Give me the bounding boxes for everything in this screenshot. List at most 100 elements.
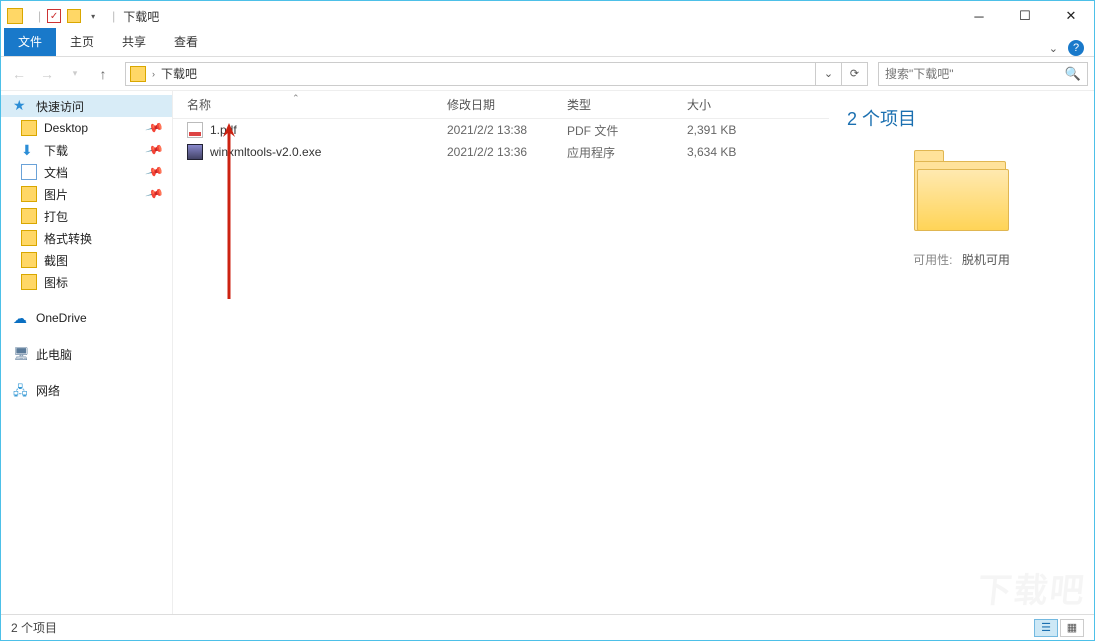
cloud-icon: ☁ [13,310,29,326]
file-type: PDF 文件 [567,122,687,139]
file-list: 名称 ⌃ 修改日期 类型 大小 1.pdf 2021/2/2 13:38 PDF… [173,91,829,614]
tab-file[interactable]: 文件 [4,28,56,56]
sidebar: ★ 快速访问 Desktop 📌 ⬇ 下载 📌 文档 📌 图片 📌 [1,91,173,614]
qat-newfolder-icon[interactable] [67,9,81,23]
sidebar-thispc[interactable]: 🖥 此电脑 [1,343,172,365]
status-text: 2 个项目 [11,619,57,636]
help-icon[interactable]: ? [1068,40,1084,56]
sidebar-item-screenshot[interactable]: 截图 [1,249,172,271]
sidebar-item-downloads[interactable]: ⬇ 下载 📌 [1,139,172,161]
ribbon: 文件 主页 共享 查看 ⌄ ? [1,31,1094,57]
address-bar[interactable]: › 下载吧 ⌄ ⟳ [125,62,868,86]
up-button[interactable]: ↑ [91,62,115,86]
details-pane: 2 个项目 可用性: 脱机可用 [829,91,1094,614]
file-row[interactable]: 1.pdf 2021/2/2 13:38 PDF 文件 2,391 KB [173,119,829,141]
column-type[interactable]: 类型 [567,96,687,113]
qat-separator: | [38,9,41,23]
address-dropdown-icon[interactable]: ⌄ [815,63,841,85]
explorer-window: | ✓ ▾ | 下载吧 ─ ☐ ✕ 文件 主页 共享 查看 ⌄ ? ← → ▾ … [0,0,1095,641]
folder-icon [7,8,23,24]
sidebar-item-label: 下载 [44,142,68,159]
file-date: 2021/2/2 13:36 [447,145,567,159]
sort-indicator-icon: ⌃ [292,93,300,104]
file-name: 1.pdf [210,123,237,137]
pin-icon: 📌 [145,140,165,160]
sidebar-item-label: 此电脑 [36,346,72,363]
sidebar-item-label: 快速访问 [36,98,84,115]
availability-value: 脱机可用 [962,253,1010,267]
download-icon: ⬇ [21,142,37,158]
document-icon [21,164,37,180]
pin-icon: 📌 [145,118,165,138]
folder-icon [21,208,37,224]
file-date: 2021/2/2 13:38 [447,123,567,137]
sidebar-network[interactable]: 🖧 网络 [1,379,172,401]
qat-dropdown-icon[interactable]: ▾ [91,12,101,21]
sidebar-item-icons[interactable]: 图标 [1,271,172,293]
file-size: 3,634 KB [687,145,807,159]
search-input[interactable] [885,67,1065,81]
details-availability: 可用性: 脱机可用 [847,251,1076,268]
quick-access-toolbar: | ✓ ▾ | [7,8,115,24]
sidebar-item-pictures[interactable]: 图片 📌 [1,183,172,205]
pictures-icon [21,186,37,202]
column-date[interactable]: 修改日期 [447,96,567,113]
chevron-right-icon[interactable]: › [152,69,155,79]
navigation-bar: ← → ▾ ↑ › 下载吧 ⌄ ⟳ 🔍 [1,57,1094,91]
status-bar: 2 个项目 ☰ ▦ [1,614,1094,640]
folder-icon [21,120,37,136]
file-rows: 1.pdf 2021/2/2 13:38 PDF 文件 2,391 KB win… [173,119,829,614]
breadcrumb[interactable]: 下载吧 [161,65,197,82]
qat-properties-icon[interactable]: ✓ [47,9,61,23]
pin-icon: 📌 [145,184,165,204]
availability-label: 可用性: [913,253,952,267]
qat-separator: | [112,9,115,23]
file-type: 应用程序 [567,144,687,161]
view-details-button[interactable]: ☰ [1034,619,1058,637]
maximize-button[interactable]: ☐ [1002,1,1048,31]
column-headers: 名称 ⌃ 修改日期 类型 大小 [173,91,829,119]
close-button[interactable]: ✕ [1048,1,1094,31]
computer-icon: 🖥 [13,346,29,362]
folder-icon [21,274,37,290]
search-icon[interactable]: 🔍 [1065,66,1081,82]
back-button[interactable]: ← [7,62,31,86]
forward-button[interactable]: → [35,62,59,86]
column-size[interactable]: 大小 [687,96,807,113]
folder-icon [21,230,37,246]
sidebar-item-convert[interactable]: 格式转换 [1,227,172,249]
view-buttons: ☰ ▦ [1034,619,1084,637]
history-dropdown[interactable]: ▾ [63,62,87,86]
window-title: 下载吧 [123,8,159,25]
sidebar-item-label: 文档 [44,164,68,181]
view-large-button[interactable]: ▦ [1060,619,1084,637]
sidebar-onedrive[interactable]: ☁ OneDrive [1,307,172,329]
minimize-button[interactable]: ─ [956,1,1002,31]
ribbon-expand-icon[interactable]: ⌄ [1049,42,1058,55]
star-icon: ★ [13,98,29,114]
file-row[interactable]: winxmltools-v2.0.exe 2021/2/2 13:36 应用程序… [173,141,829,163]
column-name[interactable]: 名称 ⌃ [187,96,447,113]
tab-share[interactable]: 共享 [108,28,160,56]
details-title: 2 个项目 [847,105,1076,131]
search-box[interactable]: 🔍 [878,62,1088,86]
body: ★ 快速访问 Desktop 📌 ⬇ 下载 📌 文档 📌 图片 📌 [1,91,1094,614]
main: 名称 ⌃ 修改日期 类型 大小 1.pdf 2021/2/2 13:38 PDF… [173,91,1094,614]
sidebar-item-label: 图片 [44,186,68,203]
sidebar-item-label: OneDrive [36,311,87,325]
sidebar-quickaccess[interactable]: ★ 快速访问 [1,95,172,117]
sidebar-item-label: 打包 [44,208,68,225]
file-size: 2,391 KB [687,123,807,137]
sidebar-item-package[interactable]: 打包 [1,205,172,227]
sidebar-item-documents[interactable]: 文档 📌 [1,161,172,183]
tab-view[interactable]: 查看 [160,28,212,56]
file-name: winxmltools-v2.0.exe [210,145,321,159]
network-icon: 🖧 [13,382,29,398]
sidebar-item-label: Desktop [44,121,88,135]
refresh-button[interactable]: ⟳ [841,63,867,85]
sidebar-item-label: 截图 [44,252,68,269]
folder-thumbnail [914,155,1010,233]
folder-icon [130,66,146,82]
tab-home[interactable]: 主页 [56,28,108,56]
sidebar-item-desktop[interactable]: Desktop 📌 [1,117,172,139]
